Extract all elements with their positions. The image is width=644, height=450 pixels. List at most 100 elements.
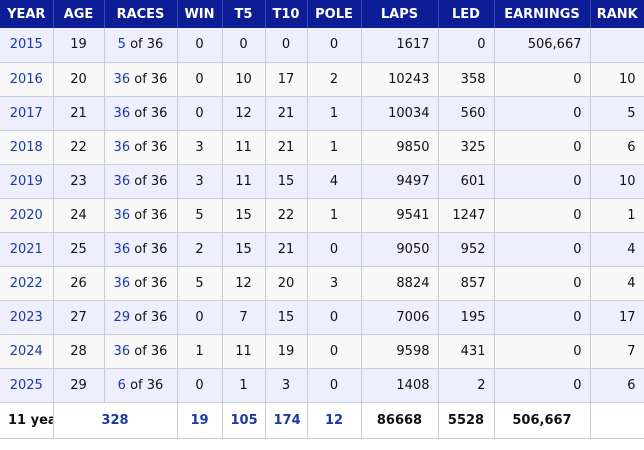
cell-age: 26 [53, 266, 105, 301]
cell-races: 36 of 36 [104, 266, 178, 301]
cell-win: 0 [177, 300, 223, 335]
races-link[interactable]: 36 [114, 242, 131, 257]
header-age: AGE [53, 0, 105, 28]
cell-races: 36 of 36 [104, 334, 178, 369]
races-total: of 36 [130, 37, 164, 53]
cell-win: 3 [177, 130, 223, 165]
cell-earnings: 0 [494, 198, 591, 233]
year-link[interactable]: 2024 [10, 344, 43, 359]
races-link[interactable]: 29 [114, 310, 131, 325]
year-link[interactable]: 2015 [10, 37, 43, 52]
header-t5: T5 [222, 0, 266, 28]
header-pole: POLE [307, 0, 362, 28]
cell-earnings: 0 [494, 96, 591, 131]
header-row: YEAR AGE RACES WIN T5 T10 POLE LAPS LED … [0, 0, 644, 28]
total-span: 11 years [0, 402, 54, 439]
cell-win: 3 [177, 164, 223, 199]
header-laps: LAPS [361, 0, 439, 28]
cell-earnings: 0 [494, 334, 591, 369]
races-link[interactable]: 36 [114, 276, 131, 291]
cell-pole: 2 [307, 62, 362, 97]
total-t10: 174 [265, 402, 308, 439]
cell-led: 325 [438, 130, 495, 165]
year-link[interactable]: 2021 [10, 242, 43, 257]
year-link[interactable]: 2019 [10, 174, 43, 189]
cell-age: 24 [53, 198, 105, 233]
cell-year[interactable]: 2017 [0, 96, 54, 131]
cell-races: 36 of 36 [104, 96, 178, 131]
races-total: of 36 [134, 139, 168, 155]
cell-year[interactable]: 2020 [0, 198, 54, 233]
cell-races: 6 of 36 [104, 368, 178, 403]
year-link[interactable]: 2017 [10, 106, 43, 121]
cell-pole: 0 [307, 28, 362, 63]
races-link[interactable]: 5 [118, 37, 126, 52]
cell-age: 28 [53, 334, 105, 369]
cell-earnings: 0 [494, 164, 591, 199]
cell-t10: 21 [265, 96, 308, 131]
cell-year[interactable]: 2022 [0, 266, 54, 301]
cell-win: 0 [177, 96, 223, 131]
year-link[interactable]: 2025 [10, 378, 43, 393]
cell-year[interactable]: 2019 [0, 164, 54, 199]
cell-age: 23 [53, 164, 105, 199]
cell-t10: 21 [265, 130, 308, 165]
cell-rank: 4 [590, 266, 644, 301]
table-row: 2016 20 36 of 36 0 10 17 2 10243 358 0 10 [0, 62, 644, 97]
races-link[interactable]: 36 [114, 208, 131, 223]
cell-rank: 7 [590, 334, 644, 369]
cell-t10: 15 [265, 300, 308, 335]
cell-t5: 11 [222, 164, 266, 199]
table-row: 2018 22 36 of 36 3 11 21 1 9850 325 0 6 [0, 130, 644, 165]
cell-rank: 6 [590, 130, 644, 165]
header-win: WIN [177, 0, 223, 28]
cell-led: 1247 [438, 198, 495, 233]
table-row: 2017 21 36 of 36 0 12 21 1 10034 560 0 5 [0, 96, 644, 131]
table-row: 2022 26 36 of 36 5 12 20 3 8824 857 0 4 [0, 266, 644, 301]
cell-pole: 4 [307, 164, 362, 199]
cell-year[interactable]: 2023 [0, 300, 54, 335]
cell-rank: 1 [590, 198, 644, 233]
totals-row: 11 years 328 19 105 174 12 86668 5528 50… [0, 402, 644, 439]
cell-rank [590, 28, 644, 63]
cell-led: 857 [438, 266, 495, 301]
total-led: 5528 [438, 402, 495, 439]
races-link[interactable]: 36 [114, 106, 131, 121]
cell-led: 560 [438, 96, 495, 131]
cell-year[interactable]: 2018 [0, 130, 54, 165]
cell-led: 601 [438, 164, 495, 199]
cell-year[interactable]: 2016 [0, 62, 54, 97]
cell-races: 36 of 36 [104, 198, 178, 233]
cell-year[interactable]: 2021 [0, 232, 54, 267]
cell-win: 2 [177, 232, 223, 267]
cell-year[interactable]: 2024 [0, 334, 54, 369]
races-link[interactable]: 36 [114, 174, 131, 189]
year-link[interactable]: 2016 [10, 72, 43, 87]
year-link[interactable]: 2018 [10, 140, 43, 155]
table-row: 2024 28 36 of 36 1 11 19 0 9598 431 0 7 [0, 334, 644, 369]
cell-year[interactable]: 2015 [0, 28, 54, 63]
cell-rank: 10 [590, 62, 644, 97]
races-total: of 36 [134, 207, 168, 223]
cell-year[interactable]: 2025 [0, 368, 54, 403]
cell-t10: 15 [265, 164, 308, 199]
table-row: 2020 24 36 of 36 5 15 22 1 9541 1247 0 1 [0, 198, 644, 233]
cell-rank: 10 [590, 164, 644, 199]
races-link[interactable]: 36 [114, 344, 131, 359]
cell-led: 431 [438, 334, 495, 369]
races-link[interactable]: 36 [114, 140, 131, 155]
cell-age: 22 [53, 130, 105, 165]
races-link[interactable]: 6 [118, 378, 126, 393]
year-link[interactable]: 2023 [10, 310, 43, 325]
cell-laps: 10243 [361, 62, 439, 97]
cell-t10: 20 [265, 266, 308, 301]
races-total: of 36 [134, 173, 168, 189]
total-win: 19 [177, 402, 223, 439]
year-link[interactable]: 2022 [10, 276, 43, 291]
races-total: of 36 [130, 377, 164, 393]
cell-win: 0 [177, 368, 223, 403]
year-link[interactable]: 2020 [10, 208, 43, 223]
races-link[interactable]: 36 [114, 72, 131, 87]
cell-t5: 11 [222, 130, 266, 165]
cell-t5: 10 [222, 62, 266, 97]
